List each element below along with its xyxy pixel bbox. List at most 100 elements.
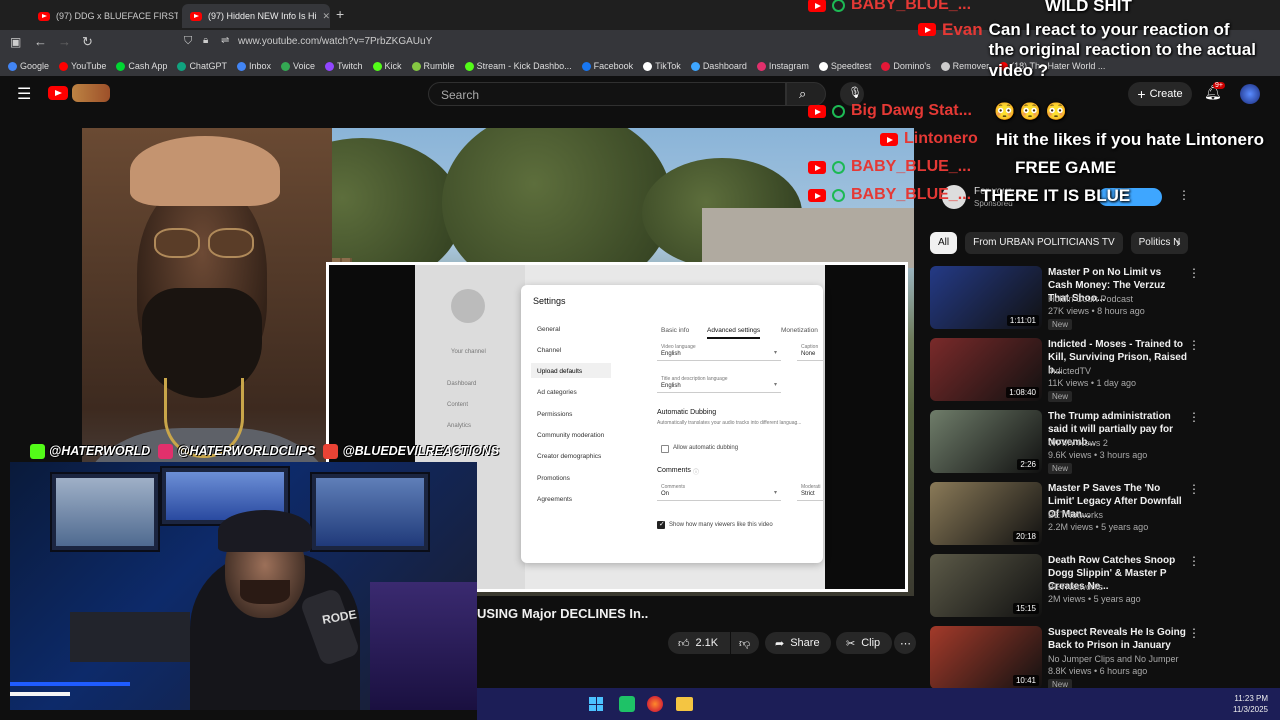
youtube-icon bbox=[808, 0, 826, 12]
video-thumbnail[interactable]: 15:15 bbox=[930, 554, 1042, 617]
system-clock[interactable]: 11:23 PM 11/3/2025 bbox=[1233, 693, 1268, 715]
filter-chip[interactable]: All bbox=[930, 232, 958, 254]
bookmark-label: Inbox bbox=[248, 61, 271, 71]
chevron-right-icon[interactable]: › bbox=[1176, 234, 1181, 250]
bookmark-favicon-icon bbox=[881, 61, 891, 71]
social-handle: @HATERWORLD bbox=[49, 444, 151, 458]
more-vert-icon[interactable]: ⋮ bbox=[1188, 554, 1200, 568]
folder-icon[interactable] bbox=[676, 697, 693, 711]
back-icon[interactable]: ← bbox=[34, 34, 47, 49]
chat-message: BABY_BLUE_... FREE GAME bbox=[808, 158, 1116, 178]
browser-icon[interactable] bbox=[647, 696, 663, 712]
video-thumbnail[interactable]: 1:11:01 bbox=[930, 266, 1042, 329]
more-vert-icon[interactable]: ⋮ bbox=[1188, 482, 1200, 496]
bookmark-item[interactable]: Google bbox=[8, 61, 49, 71]
bookmark-item[interactable]: Inbox bbox=[236, 61, 271, 71]
bookmark-item[interactable]: Facebook bbox=[581, 61, 633, 71]
windows-start-icon[interactable] bbox=[589, 697, 603, 711]
channel-name[interactable]: IndictedTV bbox=[1048, 366, 1091, 376]
bookmark-item[interactable]: Speedtest bbox=[818, 61, 872, 71]
video-title[interactable]: Suspect Reveals He Is Going Back to Pris… bbox=[1048, 626, 1188, 652]
bookmark-label: Speedtest bbox=[830, 61, 872, 71]
browser-tab-active[interactable]: (97) Hidden NEW Info Is Hi ✕ bbox=[182, 4, 330, 28]
doodle-logo-icon[interactable] bbox=[72, 84, 110, 102]
show-viewers-checkbox bbox=[657, 520, 665, 529]
sidebar-toggle-icon[interactable]: ▣ bbox=[10, 35, 21, 49]
new-tab-icon[interactable]: + bbox=[336, 6, 344, 22]
more-vert-icon[interactable]: ⋮ bbox=[1188, 626, 1200, 640]
bookmark-item[interactable]: Dashboard bbox=[690, 61, 747, 71]
channel-name[interactable]: Holdin Court Podcast bbox=[1048, 294, 1133, 304]
search-input[interactable]: Search bbox=[428, 82, 786, 106]
instagram-icon bbox=[158, 443, 174, 459]
close-tab-icon[interactable]: ✕ bbox=[323, 11, 330, 22]
create-button[interactable]: + Create bbox=[1128, 82, 1192, 106]
chat-username: Big Dawg Stat... bbox=[851, 102, 972, 119]
bookmark-item[interactable]: Rumble bbox=[411, 61, 455, 71]
recommended-video[interactable]: 2:26 The Trump administration said it wil… bbox=[930, 410, 1200, 474]
video-thumbnail[interactable]: 20:18 bbox=[930, 482, 1042, 545]
channel-name[interactable]: WFMY News 2 bbox=[1048, 438, 1108, 448]
bookmark-item[interactable]: Instagram bbox=[756, 61, 809, 71]
like-button[interactable]: 👍︎ 2.1K bbox=[668, 632, 730, 654]
chat-message: BABY_BLUE_... WILD SHIT bbox=[808, 0, 1132, 16]
forward-icon[interactable]: → bbox=[58, 34, 71, 49]
bookmark-item[interactable]: YouTube bbox=[59, 61, 106, 71]
bookmark-item[interactable]: Stream - Kick Dashbo... bbox=[464, 61, 572, 71]
speaker-hat bbox=[130, 136, 280, 206]
site-settings-icon[interactable]: ⇌ bbox=[221, 35, 229, 46]
kick-icon bbox=[30, 443, 45, 459]
video-thumbnail[interactable]: 2:26 bbox=[930, 410, 1042, 473]
scissors-icon: ✂ bbox=[846, 637, 856, 650]
channel-name[interactable]: BETNetworks bbox=[1048, 510, 1103, 520]
bookmark-favicon-icon bbox=[116, 61, 126, 71]
share-button[interactable]: ➦ Share bbox=[765, 632, 831, 654]
tab-label: (97) Hidden NEW Info Is Hi bbox=[208, 11, 317, 21]
chat-username: Lintonero bbox=[904, 130, 978, 147]
bookmark-item[interactable]: Twitch bbox=[325, 61, 363, 71]
more-vert-icon[interactable]: ⋮ bbox=[1188, 266, 1200, 280]
shield-icon[interactable]: ⛉ bbox=[184, 35, 192, 48]
recommended-video[interactable]: 15:15 Death Row Catches Snoop Dogg Slippi… bbox=[930, 554, 1200, 618]
bookmark-label: TikTok bbox=[655, 61, 681, 71]
recommended-video[interactable]: 20:18 Master P Saves The 'No Limit' Legac… bbox=[930, 482, 1200, 546]
reload-icon[interactable]: ↻ bbox=[82, 34, 93, 50]
create-label: Create bbox=[1149, 88, 1183, 100]
settings-nav-item: Permissions bbox=[537, 411, 573, 418]
url-text[interactable]: www.youtube.com/watch?v=7PrbZKGAUuY bbox=[238, 36, 432, 47]
bookmark-item[interactable]: TikTok bbox=[643, 61, 681, 71]
chevron-down-icon: ▾ bbox=[773, 490, 777, 496]
menu-icon[interactable]: ☰ bbox=[17, 84, 31, 104]
video-thumbnail[interactable]: 10:41 bbox=[930, 626, 1042, 689]
more-actions-button[interactable]: ⋯ bbox=[894, 632, 916, 654]
more-vert-icon[interactable]: ⋮ bbox=[1188, 410, 1200, 424]
bookmark-item[interactable]: Voice bbox=[280, 61, 315, 71]
app-icon[interactable] bbox=[619, 696, 635, 712]
allow-dubbing-label: Allow automatic dubbing bbox=[673, 445, 739, 451]
more-vert-icon[interactable]: ⋮ bbox=[1188, 338, 1200, 352]
video-thumbnail[interactable]: 1:08:40 bbox=[930, 338, 1042, 401]
bookmark-label: Kick bbox=[384, 61, 402, 71]
bookmark-item[interactable]: Kick bbox=[372, 61, 402, 71]
filter-chip[interactable]: From URBAN POLITICIANS TV bbox=[965, 232, 1123, 254]
recommended-video[interactable]: 1:11:01 Master P on No Limit vs Cash Mone… bbox=[930, 266, 1200, 330]
like-count: 2.1K bbox=[695, 637, 719, 649]
youtube-icon bbox=[808, 161, 826, 174]
bookmark-item[interactable]: Cash App bbox=[116, 61, 167, 71]
channel-name[interactable]: No Jumper Clips and No Jumper bbox=[1048, 654, 1179, 664]
windows-taskbar: 11:23 PM 11/3/2025 bbox=[477, 688, 1280, 720]
recommended-video[interactable]: 1:08:40 Indicted - Moses - Trained to Kil… bbox=[930, 338, 1200, 402]
recommended-video[interactable]: 10:41 Suspect Reveals He Is Going Back to… bbox=[930, 626, 1200, 690]
more-vert-icon[interactable]: ⋮ bbox=[1178, 188, 1190, 202]
lock-icon[interactable]: 🔒︎ bbox=[203, 35, 208, 46]
auto-dubbing-heading: Automatic Dubbing bbox=[657, 409, 717, 416]
dislike-button[interactable]: 👎︎ bbox=[731, 632, 759, 654]
video-meta: 2M views • 5 years ago bbox=[1048, 594, 1141, 604]
channel-name[interactable]: BETNetworks bbox=[1048, 582, 1103, 592]
youtube-logo-icon[interactable] bbox=[48, 86, 68, 100]
bookmark-label: Cash App bbox=[128, 61, 168, 71]
browser-tab[interactable]: (97) DDG x BLUEFACE FIRST DA ✕ bbox=[30, 4, 178, 28]
bookmark-item[interactable]: ChatGPT bbox=[177, 61, 227, 71]
avatar[interactable] bbox=[1240, 84, 1260, 104]
clip-button[interactable]: ✂ Clip bbox=[836, 632, 892, 654]
